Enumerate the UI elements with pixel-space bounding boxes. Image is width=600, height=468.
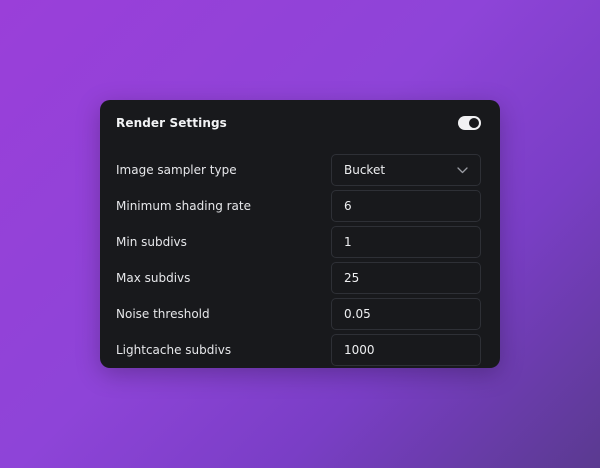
min-shading-rate-label: Minimum shading rate [116, 199, 251, 213]
setting-row-sampler: Image sampler type Bucket [116, 154, 481, 186]
noise-threshold-input[interactable] [331, 298, 481, 330]
panel-header: Render Settings [116, 113, 481, 133]
lightcache-subdivs-input[interactable] [331, 334, 481, 366]
max-subdivs-input[interactable] [331, 262, 481, 294]
lightcache-subdivs-label: Lightcache subdivs [116, 343, 232, 357]
toggle-knob [469, 118, 479, 128]
sampler-label: Image sampler type [116, 163, 237, 177]
render-settings-toggle[interactable] [458, 116, 481, 130]
render-settings-panel: Render Settings Image sampler type Bucke… [100, 100, 500, 368]
noise-threshold-label: Noise threshold [116, 307, 210, 321]
sampler-select[interactable]: Bucket [331, 154, 481, 186]
min-subdivs-input[interactable] [331, 226, 481, 258]
setting-row-noise-threshold: Noise threshold [116, 298, 481, 330]
min-subdivs-label: Min subdivs [116, 235, 187, 249]
sampler-value: Bucket [344, 163, 386, 177]
chevron-down-icon [456, 164, 468, 176]
max-subdivs-label: Max subdivs [116, 271, 191, 285]
min-shading-rate-input[interactable] [331, 190, 481, 222]
setting-row-max-subdivs: Max subdivs [116, 262, 481, 294]
setting-row-min-shading-rate: Minimum shading rate [116, 190, 481, 222]
panel-title: Render Settings [116, 116, 227, 130]
setting-row-lightcache-subdivs: Lightcache subdivs [116, 334, 481, 366]
setting-row-min-subdivs: Min subdivs [116, 226, 481, 258]
